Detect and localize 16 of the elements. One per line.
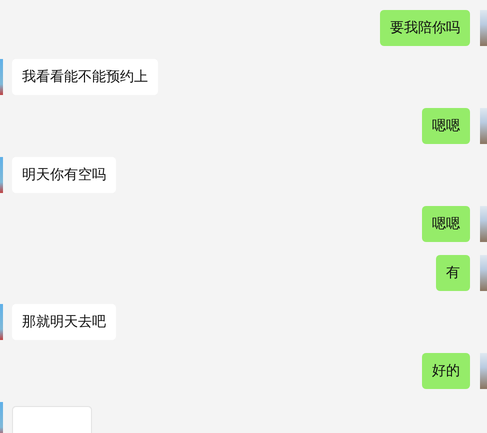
- avatar-photo[interactable]: [480, 206, 487, 242]
- avatar-photo[interactable]: [0, 304, 3, 340]
- message-bubble: 我看看能不能预约上: [12, 59, 158, 95]
- message-bubble: 嗯嗯: [422, 206, 470, 242]
- avatar-photo[interactable]: [0, 157, 3, 193]
- avatar-photo[interactable]: [480, 353, 487, 389]
- message-bubble: 那就明天去吧: [12, 304, 116, 340]
- avatar-photo[interactable]: [480, 108, 487, 144]
- message-bubble: 好的: [422, 353, 470, 389]
- avatar-photo[interactable]: [0, 59, 3, 95]
- message-bubble: 有: [436, 255, 470, 291]
- message-bubble: 明天你有空吗: [12, 157, 116, 193]
- message-bubble: 嗯嗯: [422, 108, 470, 144]
- message-bubble: 要我陪你吗: [380, 10, 470, 46]
- avatar-photo[interactable]: [480, 255, 487, 291]
- avatar-photo[interactable]: [480, 10, 487, 46]
